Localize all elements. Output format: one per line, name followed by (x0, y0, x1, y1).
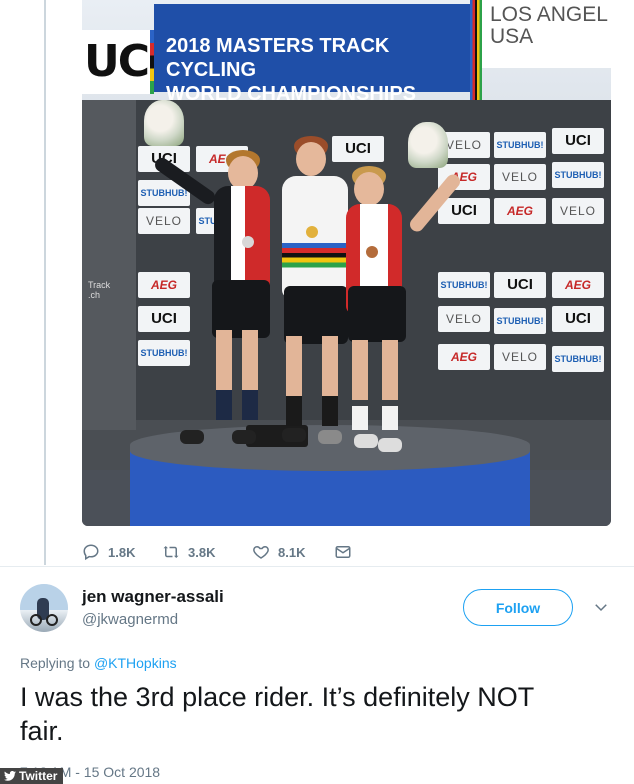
rider-sock (286, 396, 302, 426)
tweet-photo[interactable]: UCI 2018 MASTERS TRACK CYCLING WORLD CHA… (82, 0, 611, 526)
replying-mention[interactable]: @KTHopkins (94, 655, 177, 671)
tweet-actions: 1.8K 3.8K 8.1K (82, 540, 382, 564)
sponsor-tile: UCI (438, 198, 490, 224)
rider-sock (382, 406, 398, 430)
banner-title-line1: 2018 MASTERS TRACK CYCLING (166, 35, 390, 81)
like-action[interactable]: 8.1K (252, 540, 305, 564)
gold-medal (306, 226, 318, 238)
divider (0, 566, 634, 567)
bouquet (144, 100, 184, 146)
sponsor-tile: STUBHUB! (552, 162, 604, 188)
sponsor-tile: VELO (438, 306, 490, 332)
rider-shoe (354, 434, 378, 448)
retweet-count: 3.8K (188, 544, 216, 560)
rider-shoe (180, 430, 204, 444)
author-handle[interactable]: @jkwagnermd (82, 611, 178, 628)
follow-button[interactable]: Follow (463, 589, 573, 626)
avatar-wheel (46, 614, 58, 626)
banner-title: 2018 MASTERS TRACK CYCLING WORLD CHAMPIO… (154, 4, 470, 105)
rider-leg (322, 336, 338, 396)
rider-leg (352, 340, 368, 400)
rider-sock (242, 390, 258, 420)
sponsor-tile: UCI (138, 306, 190, 332)
reply-action[interactable]: 1.8K (82, 540, 135, 564)
rider-head (228, 156, 258, 190)
sponsor-tile: STUBHUB! (138, 340, 190, 366)
silver-medal (242, 236, 254, 248)
championship-banner: UCI 2018 MASTERS TRACK CYCLING WORLD CHA… (82, 0, 611, 105)
sponsor-tile: AEG (438, 344, 490, 370)
rider-leg (286, 336, 302, 396)
rider-sock (352, 406, 368, 430)
chevron-down-icon[interactable] (592, 598, 610, 616)
sponsor-tile: UCI (494, 272, 546, 298)
tweet-text-line2: fair. (20, 716, 64, 746)
replying-prefix: Replying to (20, 655, 91, 671)
rider-shoe (378, 438, 402, 452)
tweet-text-line1: I was the 3rd place rider. It’s definite… (20, 682, 535, 712)
twitter-bird-icon (4, 771, 16, 781)
city-line2: USA (490, 25, 534, 48)
author-name[interactable]: jen wagner-assali (82, 587, 224, 607)
sponsor-tile: AEG (552, 272, 604, 298)
reply-count: 1.8K (108, 544, 136, 560)
rider-shoe (318, 430, 342, 444)
rider-sock (322, 396, 338, 426)
side-wall: Track .ch (82, 100, 136, 430)
sponsor-tile: AEG (494, 198, 546, 224)
bronze-medal (366, 246, 378, 258)
replying-to: Replying to @KTHopkins (20, 655, 177, 671)
retweet-action[interactable]: 3.8K (162, 540, 215, 564)
sponsor-tile: AEG (138, 272, 190, 298)
city-line1: LOS ANGEL (490, 3, 608, 26)
sponsor-tile: UCI (332, 136, 384, 162)
thread-line (44, 0, 46, 565)
sponsor-tile: VELO (138, 208, 190, 234)
sponsor-tile: VELO (552, 198, 604, 224)
sponsor-tile: UCI (552, 128, 604, 154)
tweet-text: I was the 3rd place rider. It’s definite… (20, 680, 620, 748)
rider-leg (382, 340, 398, 400)
watermark-label: Twitter (19, 769, 58, 783)
envelope-icon (335, 546, 351, 558)
rider-shoe (282, 428, 306, 442)
side-wall-text: Track .ch (88, 280, 111, 300)
rider-shorts (348, 286, 406, 342)
avatar[interactable] (20, 584, 68, 632)
city-sign: LOS ANGEL USA (482, 0, 611, 68)
reply-icon (83, 544, 99, 561)
sponsor-tile: UCI (552, 306, 604, 332)
retweet-icon (163, 546, 179, 558)
sponsor-tile: VELO (494, 344, 546, 370)
sponsor-tile: STUBHUB! (494, 132, 546, 158)
heart-icon (253, 545, 269, 559)
uci-logo: UCI (82, 30, 164, 94)
rider-head (296, 142, 326, 176)
sponsor-tile: STUBHUB! (552, 346, 604, 372)
bouquet (408, 122, 448, 168)
twitter-watermark: Twitter (0, 768, 64, 784)
rider-sock (216, 390, 232, 420)
sponsor-tile: STUBHUB! (494, 308, 546, 334)
dm-action[interactable] (334, 540, 352, 564)
avatar-wheel (30, 614, 42, 626)
rider-head (354, 172, 384, 206)
sponsor-tile: STUBHUB! (438, 272, 490, 298)
like-count: 8.1K (278, 544, 306, 560)
sponsor-tile: VELO (494, 164, 546, 190)
rider-shoe (232, 430, 256, 444)
rainbow-stripes-vertical (470, 0, 482, 100)
